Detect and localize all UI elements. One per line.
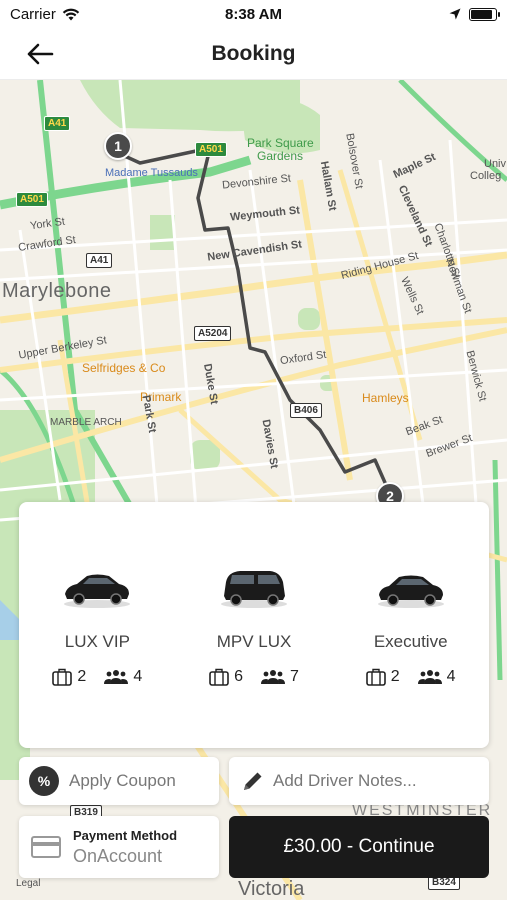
pencil-icon — [244, 772, 262, 790]
vehicle-selection-card: LUX VIP 2 4 MPV LUX 6 7 Executive 2 4 — [19, 502, 489, 748]
road-badge-a501: A501 — [195, 142, 227, 157]
road-badge-a501: A501 — [16, 192, 48, 207]
road-badge-a41: A41 — [44, 116, 71, 131]
luggage-count: 2 — [77, 668, 87, 685]
payment-method-value: OnAccount — [73, 845, 163, 866]
vehicle-option-mpv-lux[interactable]: MPV LUX 6 7 — [176, 502, 333, 748]
percent-icon: % — [29, 766, 59, 796]
payment-method-button[interactable]: Payment Method OnAccount — [19, 816, 219, 878]
map-label-poi: MARBLE ARCH — [50, 417, 122, 428]
vehicle-option-lux-vip[interactable]: LUX VIP 2 4 — [19, 502, 176, 748]
vehicle-capacity: 2 4 — [365, 668, 456, 686]
map-label-poi: Colleg — [470, 170, 502, 182]
nav-bar: Booking — [0, 28, 507, 80]
luggage-icon — [209, 668, 229, 686]
map-label-area: Victoria — [238, 878, 305, 900]
back-button[interactable] — [24, 40, 56, 68]
route-start-pin[interactable]: 1 — [104, 132, 132, 160]
sedan-car-icon — [64, 574, 131, 608]
apply-coupon-label: Apply Coupon — [69, 771, 176, 790]
luggage-capacity: 6 — [209, 668, 243, 686]
payment-method-text: Payment Method OnAccount — [73, 828, 177, 867]
credit-card-icon — [31, 836, 61, 858]
arrow-left-icon — [27, 43, 54, 65]
passenger-count: 4 — [446, 668, 456, 685]
luggage-icon — [52, 668, 73, 686]
vehicle-option-executive[interactable]: Executive 2 4 — [332, 502, 489, 748]
luggage-count: 6 — [234, 668, 243, 685]
map-label-park: Park Square — [247, 136, 314, 150]
passenger-count: 4 — [133, 668, 143, 685]
map-label-poi: Hamleys — [362, 391, 409, 405]
luggage-icon — [365, 668, 386, 686]
van-car-icon — [221, 571, 287, 608]
sedan-car-icon — [377, 575, 444, 608]
map-legal-link: Legal — [16, 878, 41, 889]
payment-method-title: Payment Method — [73, 827, 178, 843]
map-label-park: Gardens — [257, 149, 304, 163]
people-icon — [261, 670, 285, 684]
passenger-capacity: 4 — [417, 668, 456, 686]
passenger-capacity: 4 — [104, 668, 142, 686]
map-label-poi: Madame Tussauds — [105, 167, 198, 179]
passenger-count: 7 — [290, 668, 299, 685]
map-label-poi: Univ — [484, 158, 507, 170]
luggage-capacity: 2 — [365, 668, 400, 686]
people-icon — [417, 670, 442, 684]
add-driver-notes-button[interactable]: Add Driver Notes... — [229, 757, 489, 805]
vehicle-name: MPV LUX — [216, 632, 292, 651]
road-badge-a41: A41 — [86, 253, 113, 268]
road-badge-b406: B406 — [290, 403, 322, 418]
vehicle-capacity: 6 7 — [209, 668, 299, 686]
vehicle-capacity: 2 4 — [52, 668, 142, 686]
battery-icon — [469, 7, 500, 21]
apply-coupon-button[interactable]: % Apply Coupon — [19, 757, 219, 805]
continue-button[interactable]: £30.00 - Continue — [229, 816, 489, 878]
luggage-capacity: 2 — [52, 668, 86, 686]
map-label-poi: Selfridges & Co — [82, 361, 166, 375]
people-icon — [104, 670, 129, 684]
road-badge-a5204: A5204 — [194, 326, 232, 341]
add-driver-notes-label: Add Driver Notes... — [273, 771, 417, 790]
luggage-count: 2 — [390, 668, 400, 685]
map-label-area: Marylebone — [2, 280, 112, 302]
vehicle-name: LUX VIP — [64, 632, 130, 651]
page-title: Booking — [211, 41, 296, 65]
passenger-capacity: 7 — [261, 668, 299, 686]
vehicle-name: Executive — [373, 632, 448, 651]
status-bar: Carrier 8:38 AM — [0, 0, 507, 28]
status-time: 8:38 AM — [225, 5, 282, 23]
